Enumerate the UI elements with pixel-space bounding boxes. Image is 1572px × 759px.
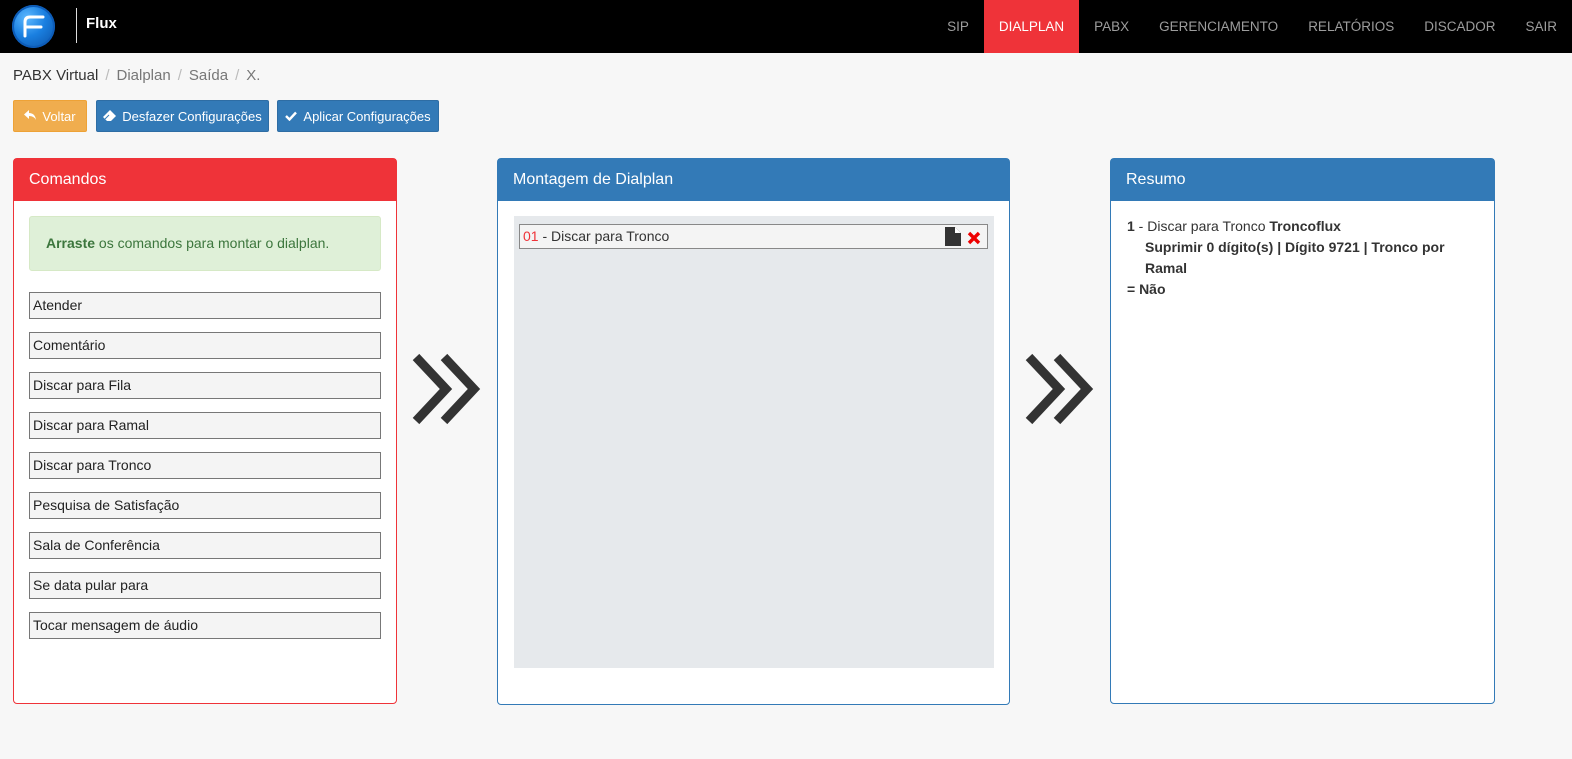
command-comentario[interactable]: Comentário: [29, 332, 381, 359]
commands-panel-title: Comandos: [14, 159, 396, 201]
dialplan-assembly-panel: Montagem de Dialplan 01 - Discar para Tr…: [497, 158, 1010, 705]
top-navbar: Flux SIP DIALPLAN PABX GERENCIAMENTO REL…: [0, 0, 1572, 53]
commands-panel: Comandos Arraste os comandos para montar…: [13, 158, 397, 704]
breadcrumb-current: X.: [246, 67, 261, 84]
summary-detail: Suprimir 0 dígito(s) | Dígito 9721 | Tro…: [1145, 239, 1445, 276]
step-label: - Discar para Tronco: [538, 228, 670, 244]
back-button[interactable]: Voltar: [13, 100, 87, 132]
flux-logo-icon[interactable]: [12, 5, 55, 48]
summary-target: Troncoflux: [1269, 218, 1341, 234]
command-pesquisa-satisfacao[interactable]: Pesquisa de Satisfação: [29, 492, 381, 519]
dialplan-step[interactable]: 01 - Discar para Tronco: [519, 224, 988, 249]
summary-detail-tail: = Não: [1127, 281, 1166, 297]
command-discar-tronco[interactable]: Discar para Tronco: [29, 452, 381, 479]
breadcrumb-saida[interactable]: Saída: [189, 67, 228, 84]
nav-discador[interactable]: DISCADOR: [1409, 0, 1510, 53]
file-edit-icon[interactable]: [945, 227, 961, 253]
reply-icon: [24, 109, 37, 124]
summary-entry: 1 - Discar para Tronco Troncoflux Suprim…: [1127, 216, 1487, 300]
command-discar-fila[interactable]: Discar para Fila: [29, 372, 381, 399]
command-sala-conferencia[interactable]: Sala de Conferência: [29, 532, 381, 559]
command-atender[interactable]: Atender: [29, 292, 381, 319]
command-tocar-mensagem[interactable]: Tocar mensagem de áudio: [29, 612, 381, 639]
nav-sair[interactable]: SAIR: [1510, 0, 1572, 53]
brand-divider: [76, 8, 77, 43]
summary-index: 1: [1127, 218, 1135, 234]
main-nav: SIP DIALPLAN PABX GERENCIAMENTO RELATÓRI…: [932, 0, 1572, 53]
drag-hint-bold: Arraste: [46, 235, 96, 251]
back-button-label: Voltar: [42, 108, 76, 124]
double-chevron-right-icon: [412, 353, 481, 425]
double-chevron-right-icon: [1025, 353, 1094, 425]
command-se-data-pular[interactable]: Se data pular para: [29, 572, 381, 599]
summary-panel: Resumo 1 - Discar para Tronco Troncoflux…: [1110, 158, 1495, 704]
apply-config-button[interactable]: Aplicar Configurações: [277, 100, 439, 132]
assembly-panel-title: Montagem de Dialplan: [498, 159, 1009, 201]
drag-hint-text: os comandos para montar o dialplan.: [95, 235, 330, 251]
nav-gerenciamento[interactable]: GERENCIAMENTO: [1144, 0, 1293, 53]
undo-config-label: Desfazer Configurações: [122, 108, 262, 124]
command-discar-ramal[interactable]: Discar para Ramal: [29, 412, 381, 439]
drag-hint-alert: Arraste os comandos para montar o dialpl…: [29, 216, 381, 271]
summary-panel-title: Resumo: [1111, 159, 1494, 201]
summary-prefix: - Discar para Tronco: [1134, 218, 1270, 234]
close-icon[interactable]: [967, 229, 981, 252]
eraser-icon: [103, 109, 117, 124]
breadcrumb-pabx-virtual[interactable]: PABX Virtual: [13, 67, 98, 84]
brand-name[interactable]: Flux: [86, 15, 117, 32]
breadcrumb: PABX Virtual / Dialplan / Saída / X.: [13, 67, 261, 84]
nav-sip[interactable]: SIP: [932, 0, 984, 53]
commands-list: Atender Comentário Discar para Fila Disc…: [29, 292, 381, 652]
step-number: 01: [523, 228, 539, 244]
breadcrumb-dialplan[interactable]: Dialplan: [117, 67, 171, 84]
nav-relatorios[interactable]: RELATÓRIOS: [1293, 0, 1409, 53]
nav-dialplan[interactable]: DIALPLAN: [983, 0, 1080, 53]
apply-config-label: Aplicar Configurações: [303, 108, 431, 124]
check-icon: [285, 109, 298, 124]
undo-config-button[interactable]: Desfazer Configurações: [96, 100, 269, 132]
dialplan-dropzone[interactable]: 01 - Discar para Tronco: [514, 216, 994, 668]
nav-pabx[interactable]: PABX: [1079, 0, 1144, 53]
